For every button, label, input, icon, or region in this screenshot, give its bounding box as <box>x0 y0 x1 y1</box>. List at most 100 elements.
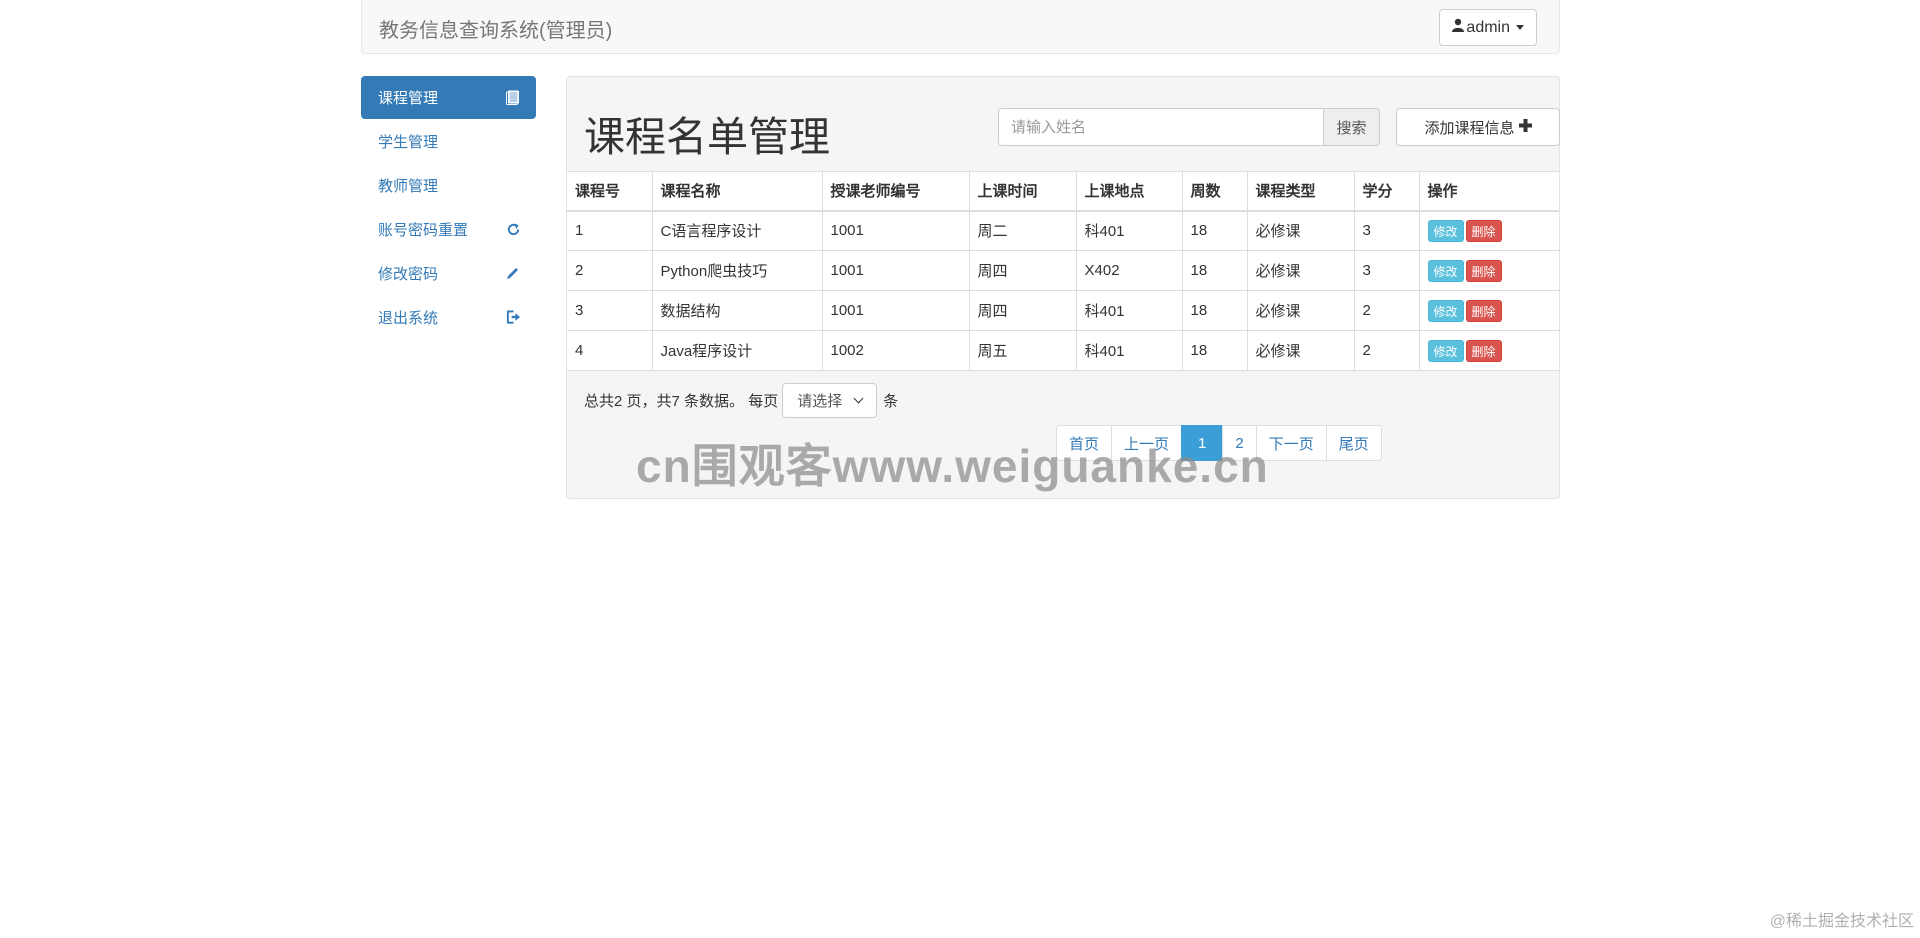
table-cell: 1001 <box>821 250 970 291</box>
plus-icon <box>1518 118 1532 136</box>
column-header: 操作 <box>1418 171 1559 212</box>
column-header: 课程号 <box>567 171 653 212</box>
add-course-button[interactable]: 添加课程信息 <box>1396 108 1560 146</box>
watermark-corner: @稀土掘金技术社区 <box>1769 913 1914 930</box>
table-cell: 周四 <box>968 290 1077 331</box>
refresh-icon <box>505 221 521 237</box>
edit-button[interactable]: 修改 <box>1427 339 1464 362</box>
course-list-panel: 课程名单管理 搜索 添加课程信息 课程号 课程名称 授课老师编号 上课时间 上课 <box>566 76 1560 499</box>
sidebar-item-course-management[interactable]: 课程管理 <box>361 76 536 119</box>
add-course-label: 添加课程信息 <box>1424 119 1515 137</box>
table-cell: 周二 <box>968 210 1077 251</box>
search-group: 搜索 <box>998 108 1380 146</box>
table-cell: C语言程序设计 <box>651 210 823 251</box>
table-cell: 必修课 <box>1246 330 1355 371</box>
table-actions-cell: 修改 删除 <box>1418 290 1559 331</box>
table-cell: 3 <box>1353 250 1420 291</box>
user-menu-button[interactable]: admin <box>1439 9 1537 46</box>
table-header-row: 课程号 课程名称 授课老师编号 上课时间 上课地点 周数 课程类型 学分 操作 <box>567 171 1559 212</box>
column-header: 课程名称 <box>651 171 823 212</box>
table-row: 1 C语言程序设计 1001 周二 科401 18 必修课 3 修改 删除 <box>567 210 1559 251</box>
edit-button[interactable]: 修改 <box>1427 259 1464 282</box>
search-button[interactable]: 搜索 <box>1324 108 1380 146</box>
app-title[interactable]: 教务信息查询系统(管理员) <box>379 14 612 43</box>
sidebar-item-label: 教师管理 <box>378 178 439 195</box>
course-table-container: 课程号 课程名称 授课老师编号 上课时间 上课地点 周数 课程类型 学分 操作 … <box>567 171 1559 371</box>
chevron-down-icon <box>853 393 864 404</box>
pager-info: 总共2 页，共7 条数据。 每页 请选择 条 <box>584 383 898 418</box>
table-cell: 科401 <box>1075 210 1183 251</box>
table-row: 2 Python爬虫技巧 1001 周四 X402 18 必修课 3 修改 删除 <box>567 250 1559 291</box>
table-cell: X402 <box>1075 250 1183 291</box>
pager-suffix: 条 <box>883 393 899 410</box>
table-cell: 2 <box>567 250 653 291</box>
table-cell: 科401 <box>1075 330 1183 371</box>
table-cell: 必修课 <box>1246 290 1355 331</box>
table-cell: 科401 <box>1075 290 1183 331</box>
table-cell: 必修课 <box>1246 210 1355 251</box>
table-cell: 2 <box>1353 330 1420 371</box>
table-cell: 18 <box>1181 250 1248 291</box>
page-title: 课程名单管理 <box>584 114 830 160</box>
column-header: 周数 <box>1181 171 1248 212</box>
table-cell: 1001 <box>821 290 970 331</box>
user-icon <box>1452 18 1465 37</box>
table-cell: 18 <box>1181 210 1248 251</box>
table-cell: 数据结构 <box>651 290 823 331</box>
table-cell: 3 <box>567 290 653 331</box>
column-header: 学分 <box>1353 171 1420 212</box>
sidebar-item-label: 账号密码重置 <box>378 222 469 239</box>
search-input[interactable] <box>998 108 1324 146</box>
column-header: 上课时间 <box>968 171 1077 212</box>
column-header: 授课老师编号 <box>821 171 970 212</box>
sidebar-item-student-management[interactable]: 学生管理 <box>361 120 536 163</box>
pager-summary: 总共2 页，共7 条数据。 每页 <box>584 393 779 410</box>
table-row: 4 Java程序设计 1002 周五 科401 18 必修课 2 修改 删除 <box>567 330 1559 371</box>
delete-button[interactable]: 删除 <box>1465 339 1502 362</box>
table-cell: 2 <box>1353 290 1420 331</box>
sidebar-nav: 课程管理 学生管理 教师管理 账号密码重置 修改密码 退出系统 <box>361 76 536 340</box>
page-size-value: 请选择 <box>797 393 843 410</box>
table-cell: Python爬虫技巧 <box>651 250 823 291</box>
table-cell: 18 <box>1181 330 1248 371</box>
table-cell: 周四 <box>968 250 1077 291</box>
column-header: 上课地点 <box>1075 171 1183 212</box>
sidebar-item-change-password[interactable]: 修改密码 <box>361 252 536 295</box>
table-actions-cell: 修改 删除 <box>1418 210 1559 251</box>
sidebar-item-teacher-management[interactable]: 教师管理 <box>361 164 536 207</box>
pencil-icon <box>505 265 521 281</box>
table-cell: 周五 <box>968 330 1077 371</box>
user-name: admin <box>1466 18 1510 36</box>
last-page-link[interactable]: 尾页 <box>1325 425 1382 461</box>
sidebar-item-label: 课程管理 <box>378 90 439 107</box>
course-table: 课程号 课程名称 授课老师编号 上课时间 上课地点 周数 课程类型 学分 操作 … <box>567 171 1559 371</box>
sidebar-item-logout[interactable]: 退出系统 <box>361 296 536 339</box>
edit-button[interactable]: 修改 <box>1427 219 1464 242</box>
delete-button[interactable]: 删除 <box>1465 299 1502 322</box>
table-cell: 18 <box>1181 290 1248 331</box>
sidebar-item-password-reset[interactable]: 账号密码重置 <box>361 208 536 251</box>
table-row: 3 数据结构 1001 周四 科401 18 必修课 2 修改 删除 <box>567 290 1559 331</box>
table-cell: 1001 <box>821 210 970 251</box>
delete-button[interactable]: 删除 <box>1465 219 1502 242</box>
book-icon <box>505 89 521 105</box>
sidebar-item-label: 学生管理 <box>378 134 439 151</box>
first-page-link[interactable]: 首页 <box>1056 425 1113 461</box>
edit-button[interactable]: 修改 <box>1427 299 1464 322</box>
next-page-link[interactable]: 下一页 <box>1255 425 1327 461</box>
table-cell: 1 <box>567 210 653 251</box>
table-cell: 必修课 <box>1246 250 1355 291</box>
pagination: 首页 上一页 1 2 下一页 尾页 <box>1056 425 1382 461</box>
table-cell: 4 <box>567 330 653 371</box>
page-link-2[interactable]: 2 <box>1222 425 1257 461</box>
table-cell: Java程序设计 <box>651 330 823 371</box>
sidebar-item-label: 修改密码 <box>378 266 439 283</box>
prev-page-link[interactable]: 上一页 <box>1111 425 1183 461</box>
logout-icon <box>505 309 521 325</box>
page-size-select[interactable]: 请选择 <box>782 383 878 418</box>
table-cell: 3 <box>1353 210 1420 251</box>
table-actions-cell: 修改 删除 <box>1418 250 1559 291</box>
delete-button[interactable]: 删除 <box>1465 259 1502 282</box>
page-link-1[interactable]: 1 <box>1181 425 1224 461</box>
top-navbar: 教务信息查询系统(管理员) admin <box>361 0 1560 54</box>
